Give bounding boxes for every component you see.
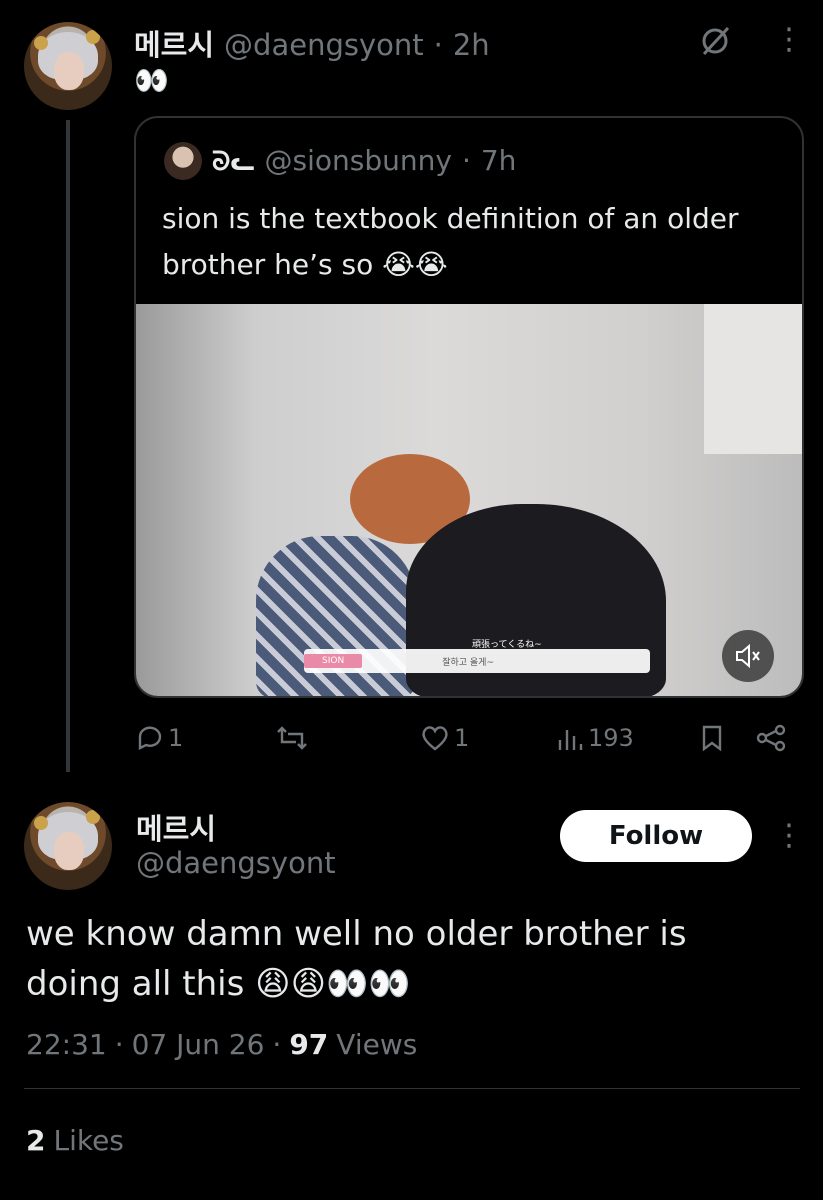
- repost-action[interactable]: [276, 724, 312, 752]
- likes-label: Likes: [53, 1124, 124, 1157]
- avatar-flower: [86, 30, 100, 44]
- comment-icon: [138, 726, 162, 750]
- main-avatar[interactable]: [24, 802, 112, 890]
- tweet-date[interactable]: 07 Jun 26: [132, 1028, 265, 1061]
- avatar-face: [54, 52, 84, 90]
- heart-icon: [422, 726, 448, 751]
- main-display-name[interactable]: 메르시: [136, 806, 216, 848]
- thread-line: [66, 120, 70, 772]
- video-subtitle-bar: SION 잘하고 올게~: [304, 649, 650, 673]
- views-label: Views: [336, 1028, 418, 1061]
- reply-avatar[interactable]: [24, 22, 112, 110]
- like-action[interactable]: 1: [420, 724, 469, 752]
- main-handle[interactable]: @daengsyont: [136, 846, 336, 880]
- follow-button[interactable]: Follow: [560, 810, 752, 862]
- views-count: 193: [588, 724, 634, 752]
- quote-handle: @sionsbunny: [264, 144, 452, 177]
- reply-header: 메르시 @daengsyont · 2h: [134, 22, 490, 64]
- separator: ·: [272, 1028, 282, 1061]
- views-number: 97: [289, 1028, 329, 1061]
- quoted-tweet-card[interactable]: ᘐᓚ @sionsbunny · 7h sion is the textbook…: [134, 116, 804, 698]
- quote-header: ᘐᓚ @sionsbunny · 7h: [212, 144, 516, 178]
- likes-count: 2: [26, 1124, 46, 1157]
- reply-count: 1: [168, 724, 184, 752]
- tweet-meta: 22:31 · 07 Jun 26 · 97 Views: [26, 1028, 417, 1061]
- like-count: 1: [454, 724, 470, 752]
- tweet-time[interactable]: 22:31: [26, 1028, 107, 1061]
- repost-icon: [277, 726, 307, 750]
- bookmark-action[interactable]: [700, 724, 724, 752]
- reply-action[interactable]: 1: [136, 724, 183, 752]
- video-player[interactable]: 頑張ってくるね~ SION 잘하고 올게~: [136, 304, 802, 696]
- speaker-muted-icon: [736, 643, 760, 669]
- mute-button[interactable]: [722, 630, 774, 682]
- reply-time[interactable]: 2h: [453, 28, 490, 62]
- avatar-face: [54, 832, 84, 870]
- window-blind: [704, 304, 802, 454]
- main-body-line1: we know damn well no older brother is: [26, 914, 687, 954]
- quote-avatar: [164, 142, 202, 180]
- separator: ·: [114, 1028, 124, 1061]
- reply-body: 👀: [134, 64, 169, 97]
- separator: ·: [461, 144, 471, 177]
- quote-body-line2: brother he’s so 😭😭: [162, 248, 448, 281]
- likes-summary[interactable]: 2 Likes: [26, 1124, 124, 1157]
- quote-time: 7h: [480, 144, 517, 177]
- bookmark-icon: [702, 725, 722, 752]
- separator: ·: [433, 28, 443, 62]
- views-action[interactable]: 193: [556, 724, 634, 752]
- share-action[interactable]: [756, 724, 786, 752]
- analytics-icon: [558, 730, 583, 750]
- more-options-icon[interactable]: ⋮: [774, 818, 804, 853]
- video-person: [256, 536, 416, 696]
- avatar-flower: [86, 810, 100, 824]
- avatar-flower: [34, 816, 48, 830]
- reply-handle[interactable]: @daengsyont: [224, 28, 424, 62]
- more-options-icon[interactable]: ⋮: [774, 22, 804, 57]
- video-subtitle-kr: 잘하고 올게~: [442, 657, 494, 668]
- grok-icon[interactable]: [696, 22, 734, 60]
- avatar-flower: [34, 36, 48, 50]
- reply-display-name[interactable]: 메르시: [134, 22, 214, 64]
- video-subtitle-tag: SION: [304, 654, 363, 668]
- divider: [24, 1088, 800, 1089]
- share-icon: [756, 724, 786, 752]
- quote-body-line1: sion is the textbook definition of an ol…: [162, 202, 739, 235]
- main-body-line2: doing all this 😩😩👀👀: [26, 964, 411, 1004]
- quote-display-name: ᘐᓚ: [212, 147, 255, 177]
